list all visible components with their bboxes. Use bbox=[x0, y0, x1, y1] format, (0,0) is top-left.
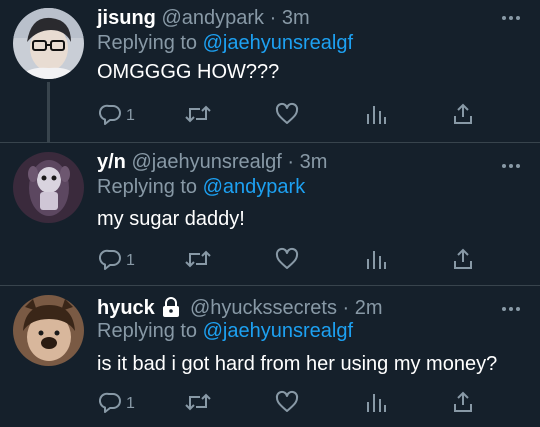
like-icon bbox=[275, 390, 299, 419]
reply-button[interactable]: 1 bbox=[99, 390, 135, 418]
mention-link[interactable]: @jaehyunsrealgf bbox=[203, 32, 353, 54]
action-bar: 1 bbox=[97, 247, 487, 277]
tweet-text: OMGGGG HOW??? bbox=[97, 61, 280, 83]
separator: · bbox=[269, 7, 277, 29]
share-icon bbox=[451, 102, 475, 131]
analytics-button[interactable] bbox=[365, 247, 387, 275]
avatar[interactable] bbox=[13, 295, 84, 366]
action-bar: 1 bbox=[97, 102, 487, 132]
timestamp[interactable]: 3m bbox=[282, 7, 310, 29]
mention-link[interactable]: @andypark bbox=[203, 176, 306, 198]
display-name[interactable]: hyuck bbox=[97, 297, 155, 319]
analytics-button[interactable] bbox=[365, 390, 387, 418]
share-button[interactable] bbox=[451, 390, 475, 418]
avatar[interactable] bbox=[13, 8, 84, 79]
replying-to: Replying to @andypark bbox=[97, 175, 305, 199]
user-handle[interactable]: @hyuckssecrets bbox=[190, 297, 337, 319]
reply-count: 1 bbox=[126, 252, 135, 269]
replying-to: Replying to @jaehyunsrealgf bbox=[97, 319, 353, 343]
tweet[interactable]: hyuck @hyuckssecrets · 2m Replying to @j… bbox=[0, 286, 540, 427]
reply-button[interactable]: 1 bbox=[99, 102, 135, 130]
reply-icon bbox=[99, 102, 123, 131]
separator: · bbox=[287, 151, 295, 173]
replying-prefix: Replying to bbox=[97, 320, 198, 342]
analytics-button[interactable] bbox=[365, 102, 387, 130]
replying-prefix: Replying to bbox=[97, 176, 198, 198]
like-button[interactable] bbox=[275, 247, 299, 275]
retweet-button[interactable] bbox=[185, 102, 211, 130]
avatar[interactable] bbox=[13, 152, 84, 223]
retweet-icon bbox=[185, 247, 211, 276]
tweet[interactable]: y/n @jaehyunsrealgf · 3m Replying to @an… bbox=[0, 143, 540, 285]
timestamp[interactable]: 3m bbox=[300, 151, 328, 173]
analytics-icon bbox=[365, 102, 387, 131]
share-icon bbox=[451, 390, 475, 419]
user-handle[interactable]: @andypark bbox=[161, 7, 264, 29]
tweet-header: y/n @jaehyunsrealgf · 3m bbox=[97, 150, 327, 174]
display-name[interactable]: y/n bbox=[97, 151, 126, 173]
tweet-text: my sugar daddy! bbox=[97, 208, 245, 230]
timestamp[interactable]: 2m bbox=[355, 297, 383, 319]
tweet[interactable]: jisung @andypark · 3m Replying to @jaehy… bbox=[0, 0, 540, 142]
reply-button[interactable]: 1 bbox=[99, 247, 135, 275]
retweet-icon bbox=[185, 102, 211, 131]
like-button[interactable] bbox=[275, 390, 299, 418]
display-name[interactable]: jisung bbox=[97, 7, 156, 29]
analytics-icon bbox=[365, 390, 387, 419]
share-icon bbox=[451, 247, 475, 276]
more-icon[interactable] bbox=[501, 10, 521, 20]
retweet-button[interactable] bbox=[185, 247, 211, 275]
mention-link[interactable]: @jaehyunsrealgf bbox=[203, 320, 353, 342]
tweet-text: is it bad i got hard from her using my m… bbox=[97, 353, 498, 375]
retweet-icon bbox=[185, 390, 211, 419]
tweet-header: jisung @andypark · 3m bbox=[97, 6, 310, 30]
replying-prefix: Replying to bbox=[97, 32, 198, 54]
like-button[interactable] bbox=[275, 102, 299, 130]
like-icon bbox=[275, 247, 299, 276]
share-button[interactable] bbox=[451, 102, 475, 130]
more-icon[interactable] bbox=[501, 158, 521, 168]
replying-to: Replying to @jaehyunsrealgf bbox=[97, 31, 353, 55]
reply-icon bbox=[99, 390, 123, 419]
user-handle[interactable]: @jaehyunsrealgf bbox=[131, 151, 281, 173]
more-icon[interactable] bbox=[501, 301, 521, 311]
share-button[interactable] bbox=[451, 247, 475, 275]
action-bar: 1 bbox=[97, 390, 487, 420]
reply-count: 1 bbox=[126, 395, 135, 412]
separator: · bbox=[342, 297, 350, 319]
analytics-icon bbox=[365, 247, 387, 276]
retweet-button[interactable] bbox=[185, 390, 211, 418]
reply-icon bbox=[99, 247, 123, 276]
like-icon bbox=[275, 102, 299, 131]
reply-count: 1 bbox=[126, 107, 135, 124]
